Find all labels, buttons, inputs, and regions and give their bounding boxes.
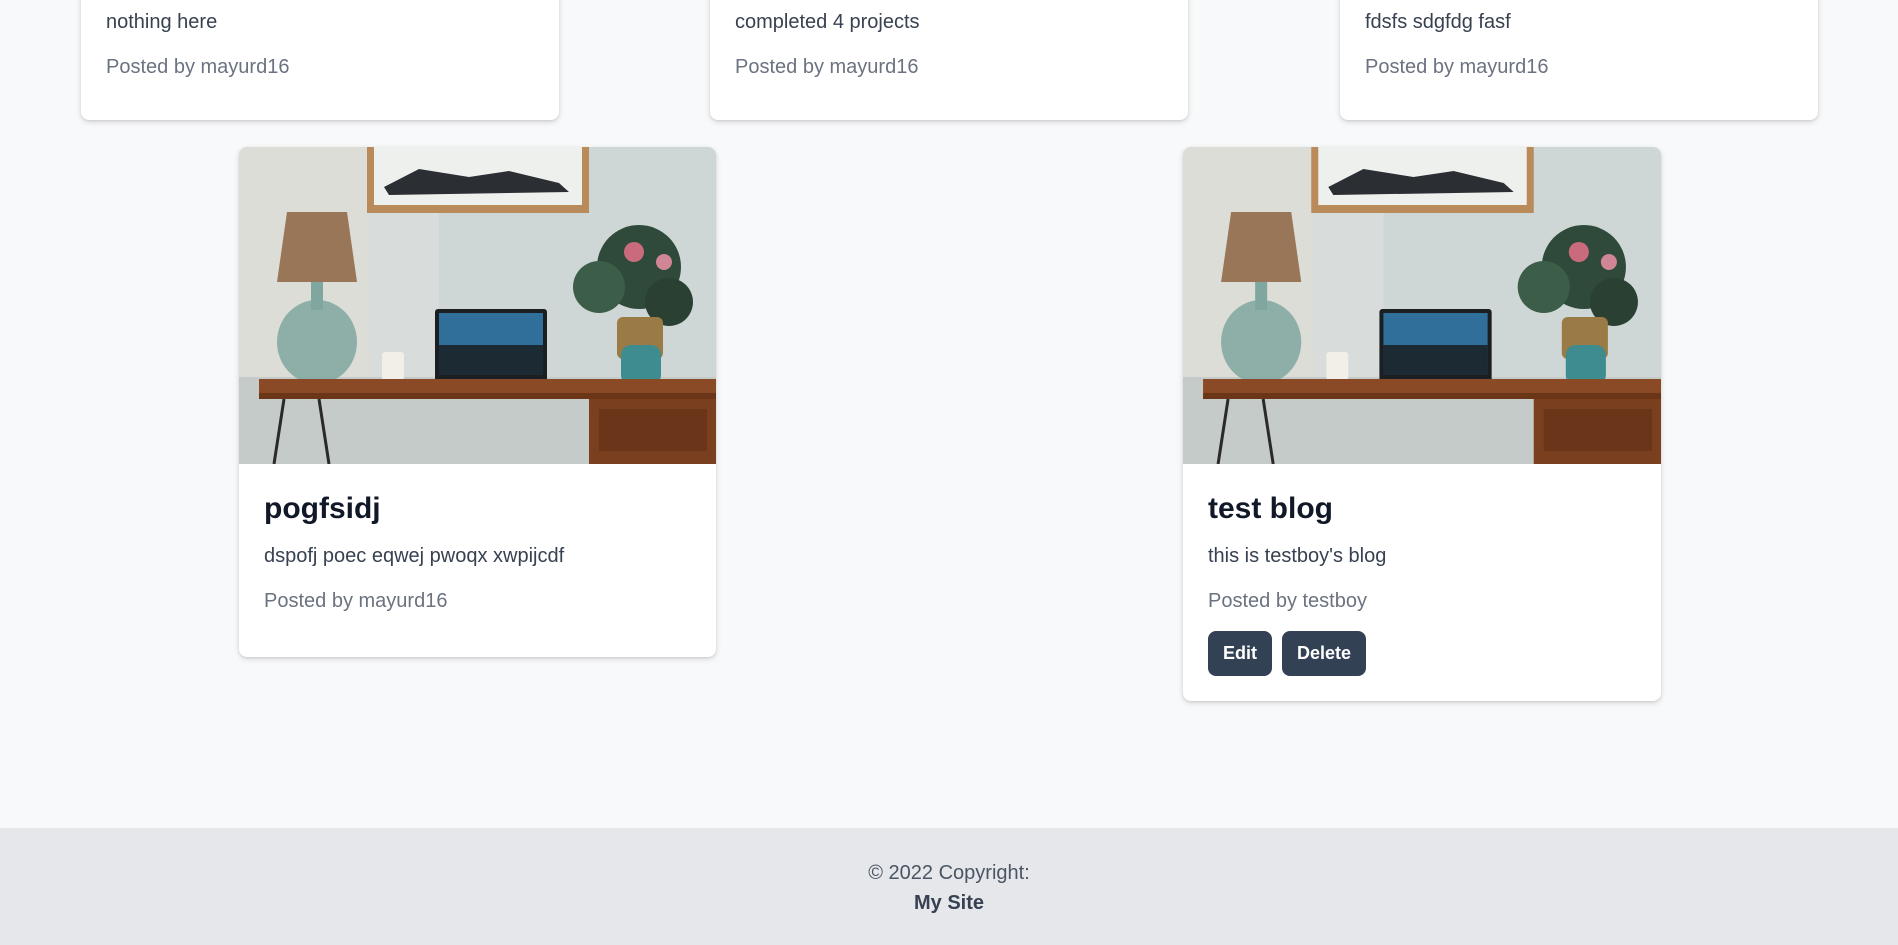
post-title[interactable]: pogfsidj xyxy=(264,491,381,527)
post-description: this is testboy's blog xyxy=(1208,545,1387,567)
post-author: Posted by mayurd16 xyxy=(735,56,919,78)
copyright-text: © 2022 Copyright: xyxy=(868,862,1030,884)
post-author: Posted by testboy xyxy=(1208,590,1367,612)
post-author: Posted by mayurd16 xyxy=(264,590,448,612)
post-description: fdsfs sdgfdg fasf xyxy=(1365,11,1511,33)
post-description: completed 4 projects xyxy=(735,11,920,33)
desk-scene-illustration xyxy=(1183,147,1661,464)
blog-page: nothing here Posted by mayurd16 complete… xyxy=(0,0,1898,945)
blog-card[interactable]: test blog this is testboy's blog Posted … xyxy=(1183,147,1661,701)
post-author: Posted by mayurd16 xyxy=(1365,56,1549,78)
post-cover-image xyxy=(1183,147,1661,464)
post-description: nothing here xyxy=(106,11,218,33)
site-footer: © 2022 Copyright: My Site xyxy=(0,828,1898,945)
site-name-link[interactable]: My Site xyxy=(0,892,1898,915)
post-actions: Edit Delete xyxy=(1208,631,1367,676)
post-description: dspofj poec eqwej pwoqx xwpijcdf xyxy=(264,545,565,567)
post-title[interactable]: test blog xyxy=(1208,491,1333,527)
blog-card[interactable]: completed 4 projects Posted by mayurd16 xyxy=(710,0,1188,120)
blog-card[interactable]: nothing here Posted by mayurd16 xyxy=(81,0,559,120)
post-cover-image xyxy=(239,147,716,464)
blog-card[interactable]: pogfsidj dspofj poec eqwej pwoqx xwpijcd… xyxy=(239,147,716,657)
post-author: Posted by mayurd16 xyxy=(106,56,290,78)
blog-card[interactable]: fdsfs sdgfdg fasf Posted by mayurd16 xyxy=(1340,0,1818,120)
delete-button[interactable]: Delete xyxy=(1282,631,1367,676)
desk-scene-illustration xyxy=(239,147,716,464)
edit-button[interactable]: Edit xyxy=(1208,631,1272,676)
